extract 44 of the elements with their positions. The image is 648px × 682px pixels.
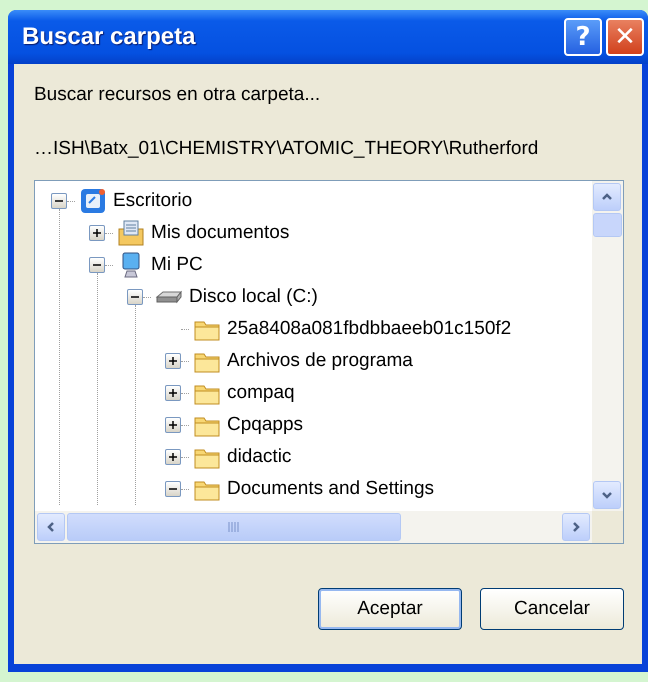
tree-item[interactable]: 25a8408a081fbdbbaeeb01c150f2: [227, 318, 512, 340]
plus-icon: [169, 421, 177, 429]
scroll-left-button[interactable]: [37, 513, 65, 541]
tree-item[interactable]: Mis documentos: [151, 222, 290, 244]
documents-folder-icon: [117, 219, 145, 247]
dialog-button[interactable]: Cancelar: [480, 588, 624, 630]
plus-icon: [93, 229, 101, 237]
tree-item[interactable]: didactic: [227, 446, 292, 468]
expand-toggle[interactable]: [127, 289, 143, 305]
chevron-right-icon: [570, 521, 582, 533]
scroll-up-button[interactable]: [593, 183, 621, 211]
expand-toggle[interactable]: [165, 449, 181, 465]
tree-item[interactable]: compaq: [227, 382, 295, 404]
chevron-left-icon: [45, 521, 57, 533]
description-text: Buscar recursos en otra carpeta...: [34, 83, 322, 107]
expand-toggle[interactable]: [89, 225, 105, 241]
scroll-down-button[interactable]: [593, 481, 621, 509]
tree-item[interactable]: Cpqapps: [227, 414, 304, 436]
expand-toggle[interactable]: [165, 481, 181, 497]
grip-icon: [228, 522, 240, 532]
window-title: Buscar carpeta: [21, 23, 197, 51]
tree-item[interactable]: Documents and Settings: [227, 478, 434, 500]
folder-path: …ISH\Batx_01\CHEMISTRY\ATOMIC_THEORY\Rutherford: [34, 137, 540, 161]
dialog-button[interactable]: Aceptar: [318, 588, 462, 630]
scroll-thumb[interactable]: [593, 213, 622, 237]
expand-toggle[interactable]: [165, 385, 181, 401]
plus-icon: [169, 389, 177, 397]
tree-item[interactable]: Disco local (C:): [189, 286, 318, 308]
chevron-down-icon: [601, 489, 613, 501]
expand-toggle[interactable]: [89, 257, 105, 273]
tree-item[interactable]: Escritorio: [113, 190, 192, 212]
desktop-icon: [79, 187, 107, 215]
scrollbar-corner: [592, 511, 623, 543]
tree-item[interactable]: Archivos de programa: [227, 350, 413, 372]
tree-item[interactable]: Mi PC: [151, 254, 203, 276]
help-button[interactable]: ?: [564, 18, 602, 56]
plus-icon: [169, 453, 177, 461]
expand-toggle[interactable]: [165, 417, 181, 433]
plus-icon: [169, 357, 177, 365]
expand-toggle[interactable]: [165, 353, 181, 369]
close-button[interactable]: ✕: [606, 18, 644, 56]
scroll-thumb[interactable]: [67, 513, 401, 541]
expand-toggle[interactable]: [51, 193, 67, 209]
scroll-right-button[interactable]: [562, 513, 590, 541]
